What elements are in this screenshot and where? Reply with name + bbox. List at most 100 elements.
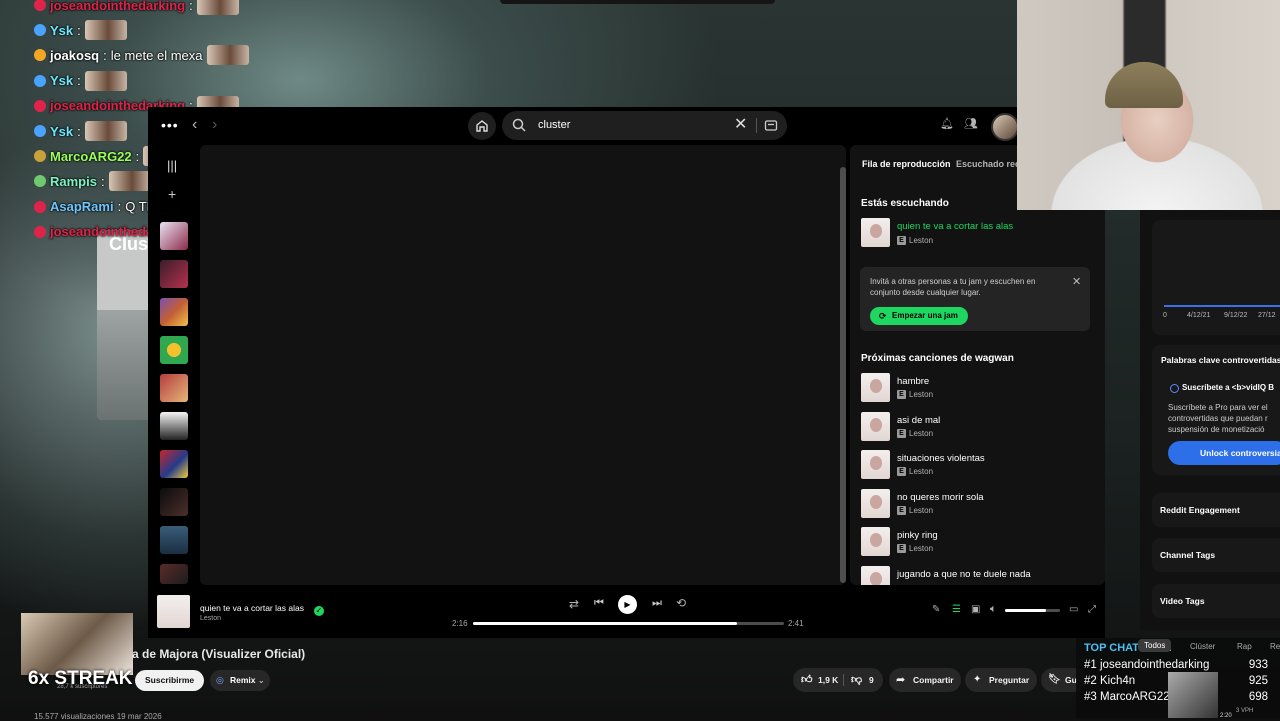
queue-item-artist[interactable]: E Leston: [897, 428, 933, 438]
artist-name[interactable]: Leston: [909, 429, 933, 438]
fullscreen-icon[interactable]: ⤢: [1088, 605, 1096, 615]
share-button[interactable]: ➦ Compartir: [889, 668, 961, 692]
youtube-thumbnail-card[interactable]: Clus: [97, 230, 152, 420]
library-item[interactable]: [160, 450, 188, 478]
queue-item-artist[interactable]: E Leston: [897, 390, 933, 399]
search-input[interactable]: cluster ✕: [502, 111, 787, 140]
filter-tab[interactable]: Rap: [1237, 642, 1252, 651]
queue-item-cover[interactable]: [861, 411, 890, 441]
like-count[interactable]: 1,9 K: [818, 668, 838, 692]
miniplayer-icon[interactable]: ▭: [1069, 605, 1078, 615]
filter-tab[interactable]: Re: [1270, 642, 1280, 651]
clear-search-icon[interactable]: ✕: [734, 117, 747, 133]
chat-message: joseandointhedarking:: [34, 0, 239, 16]
youtube-top-search-edge: [500, 0, 775, 4]
library-item[interactable]: [160, 564, 188, 584]
chat-emote: [84, 20, 127, 41]
chat-username: Rampis: [50, 173, 97, 189]
player-artist[interactable]: Leston: [200, 615, 221, 622]
remix-button[interactable]: ◎ Remix ⌄: [210, 670, 270, 691]
start-jam-button[interactable]: ⟳ Empezar una jam: [870, 307, 968, 325]
chat-separator: :: [77, 22, 81, 38]
notifications-bell-icon[interactable]: 🔔︎: [940, 119, 954, 130]
next-icon[interactable]: ⏭︎: [652, 598, 662, 609]
queue-item-title[interactable]: situaciones violentas: [897, 453, 985, 464]
explicit-badge: E: [897, 505, 906, 515]
queue-item-artist[interactable]: E Leston: [897, 505, 933, 515]
side-video-thumbnail[interactable]: [1168, 672, 1218, 718]
back-arrow-icon[interactable]: ‹: [192, 117, 197, 133]
like-dislike-group: 👍︎ 1,9 K 👎︎ 9: [793, 668, 883, 692]
user-badge-icon: [34, 125, 46, 137]
dislike-count[interactable]: 9: [869, 668, 874, 692]
forward-arrow-icon[interactable]: ›: [212, 117, 217, 133]
artist-name[interactable]: Leston: [909, 544, 933, 553]
volume-icon[interactable]: 🔈︎: [990, 604, 997, 615]
browse-icon[interactable]: [764, 118, 778, 132]
create-playlist-icon[interactable]: +: [168, 187, 176, 201]
previous-icon[interactable]: ⏮︎: [594, 598, 604, 609]
chat-separator: :: [100, 173, 105, 189]
more-options-icon[interactable]: •••: [161, 118, 179, 132]
player-track-title[interactable]: quien te va a cortar las alas: [200, 603, 304, 613]
library-item[interactable]: [160, 374, 188, 402]
queue-item-artist[interactable]: E Leston: [897, 467, 933, 476]
queue-item-cover[interactable]: [861, 565, 890, 585]
tab-queue[interactable]: Fila de reproducción: [862, 159, 951, 169]
home-button[interactable]: [468, 112, 496, 140]
chat-separator: :: [135, 148, 140, 164]
queue-item-cover[interactable]: [861, 450, 890, 479]
elapsed-time: 2:16: [452, 619, 468, 628]
artist-name[interactable]: Leston: [909, 467, 933, 476]
dislike-icon[interactable]: 👎︎: [851, 668, 862, 692]
library-item[interactable]: [160, 298, 188, 326]
friend-activity-icon[interactable]: 👥︎: [964, 119, 978, 130]
connect-device-icon[interactable]: ▣: [971, 605, 980, 615]
unlock-controversy-button[interactable]: Unlock controversia: [1168, 441, 1280, 465]
library-item[interactable]: [160, 412, 188, 440]
queue-item-title[interactable]: asi de mal: [897, 415, 940, 426]
queue-item-title[interactable]: jugando a que no te duele nada: [897, 569, 1031, 580]
chatter-rank: #1: [1084, 659, 1097, 671]
chat-emote: [196, 0, 239, 15]
play-button[interactable]: ▶: [618, 595, 637, 614]
filter-tab[interactable]: Clúster: [1190, 642, 1215, 651]
chat-username: joseandointhedarking: [50, 0, 186, 13]
main-scrollbar[interactable]: [840, 167, 846, 583]
queue-icon[interactable]: ☰: [952, 605, 961, 615]
volume-slider[interactable]: [1005, 609, 1060, 612]
queue-item-artist[interactable]: E Leston: [897, 544, 933, 553]
subscribe-button[interactable]: Suscribirme: [135, 670, 205, 691]
artist-name[interactable]: Leston: [909, 390, 933, 399]
library-item[interactable]: [160, 488, 188, 516]
artist-name[interactable]: Leston: [909, 506, 933, 515]
queue-item-cover[interactable]: [861, 488, 890, 518]
artist-name[interactable]: Leston: [909, 236, 933, 245]
queue-item-title[interactable]: hambre: [897, 376, 929, 387]
progress-bar[interactable]: [473, 622, 784, 625]
queue-item-cover[interactable]: [861, 373, 890, 402]
explicit-badge: E: [897, 428, 906, 438]
filter-tab[interactable]: Todos: [1138, 639, 1172, 652]
user-badge-icon: [34, 175, 46, 188]
close-icon[interactable]: ✕: [1072, 275, 1081, 288]
library-item[interactable]: [160, 222, 188, 250]
repeat-icon[interactable]: ⟲: [676, 597, 686, 609]
now-playing-track[interactable]: quien te va a cortar las alas: [897, 221, 1013, 232]
library-item[interactable]: [160, 260, 188, 288]
user-avatar[interactable]: [991, 113, 1019, 141]
saved-check-icon[interactable]: ✓: [314, 606, 324, 616]
ask-button[interactable]: ✦ Preguntar: [965, 668, 1037, 692]
library-item[interactable]: [160, 336, 188, 364]
chatter-rank: #2: [1084, 675, 1097, 687]
lyrics-icon[interactable]: ✎: [932, 605, 940, 615]
library-icon[interactable]: |||: [167, 159, 177, 172]
now-playing-artist[interactable]: E Leston: [897, 236, 933, 245]
queue-item-title[interactable]: pinky ring: [897, 530, 938, 541]
queue-item-title[interactable]: no queres morir sola: [897, 492, 984, 503]
queue-item-cover[interactable]: [861, 527, 890, 556]
like-icon[interactable]: 👍︎: [801, 668, 813, 692]
shuffle-icon[interactable]: ⇄: [569, 598, 579, 610]
player-cover[interactable]: [157, 595, 190, 628]
library-item[interactable]: [160, 526, 188, 554]
